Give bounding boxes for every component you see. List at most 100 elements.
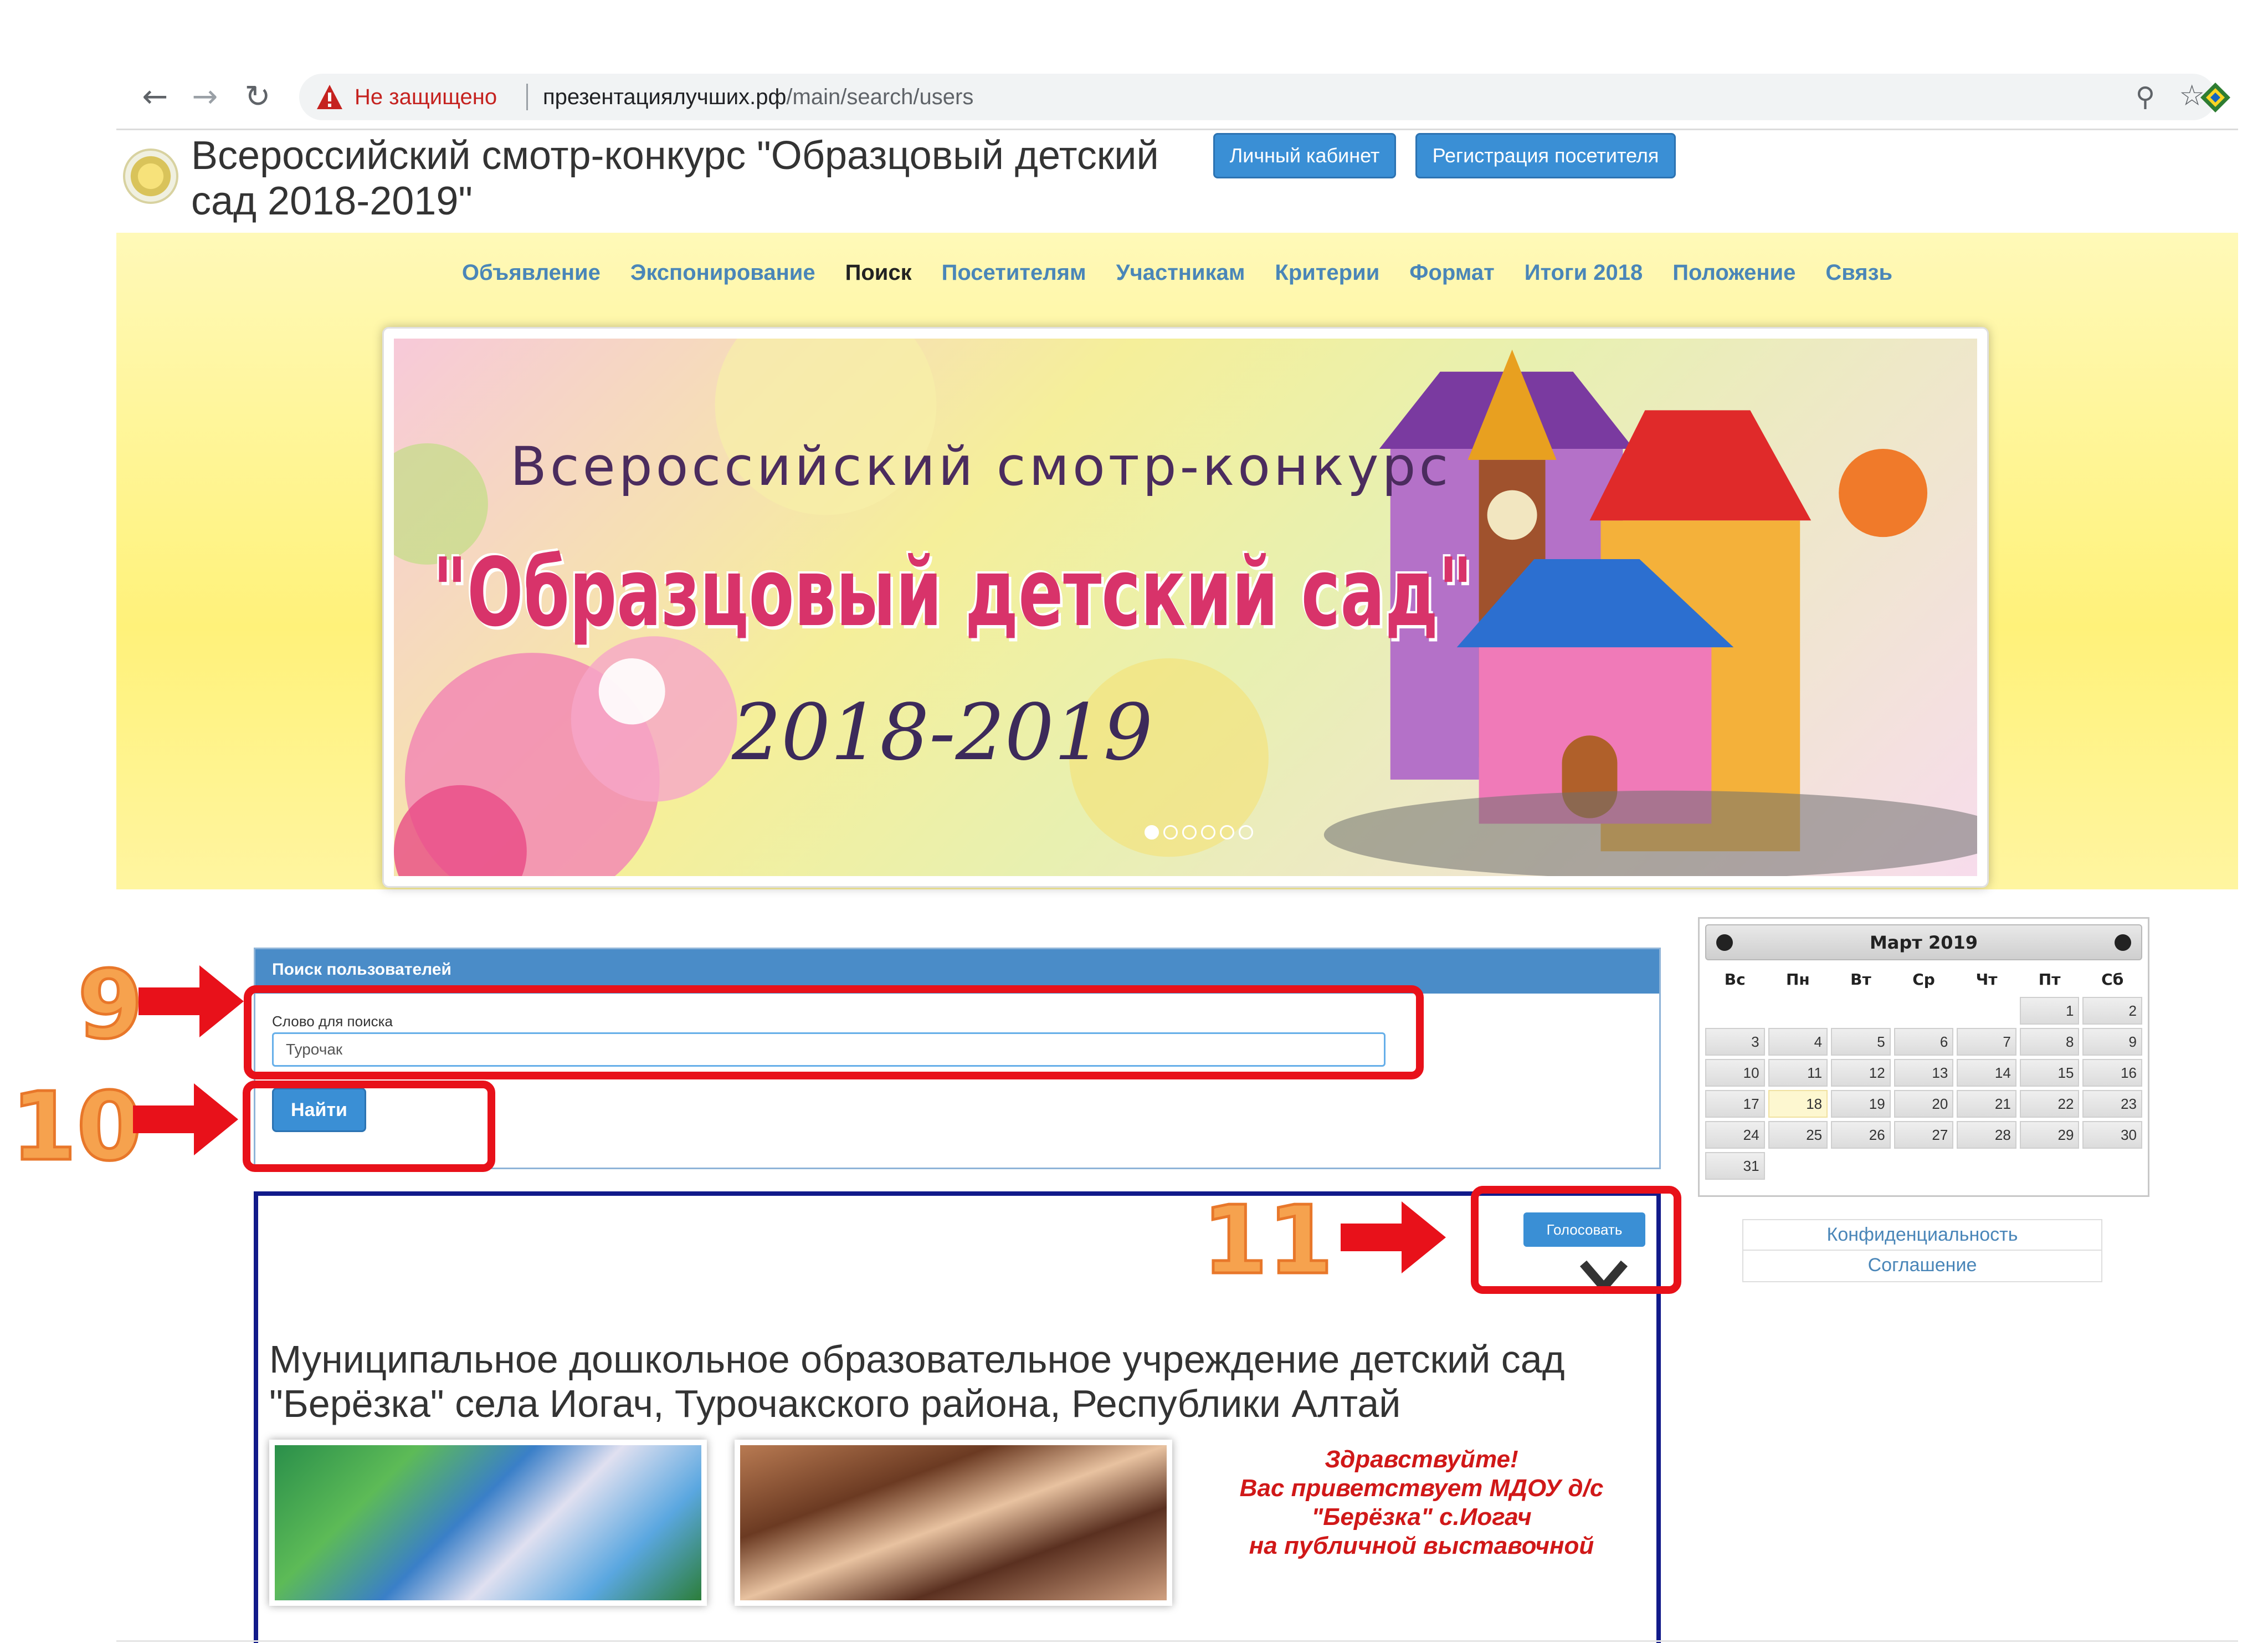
calendar-day[interactable]: 16 bbox=[2082, 1059, 2142, 1087]
calendar-day[interactable]: 19 bbox=[1831, 1090, 1891, 1118]
weekday-label: Ср bbox=[1912, 970, 1935, 989]
carousel-dot[interactable] bbox=[1201, 825, 1215, 840]
nav-item[interactable]: Экспонирование bbox=[630, 260, 815, 285]
calendar-blank bbox=[1894, 997, 1954, 1025]
personal-cabinet-button[interactable]: Личный кабинет bbox=[1213, 133, 1396, 178]
calendar-blank bbox=[1705, 997, 1765, 1025]
banner-carousel[interactable]: Всероссийский смотр-конкурс "Образцовый … bbox=[382, 327, 1989, 888]
arrow-right-icon bbox=[133, 1083, 238, 1155]
agreement-link[interactable]: Соглашение bbox=[1743, 1251, 2101, 1281]
weekday-label: Сб bbox=[2101, 970, 2124, 989]
weekday-label: Пт bbox=[2038, 970, 2061, 989]
calendar-day[interactable]: 6 bbox=[1894, 1028, 1954, 1056]
calendar-day[interactable]: 14 bbox=[1957, 1059, 2016, 1087]
weekday-label: Чт bbox=[1975, 970, 1998, 989]
calendar-day[interactable]: 24 bbox=[1705, 1121, 1765, 1149]
carousel-dot[interactable] bbox=[1182, 825, 1197, 840]
extension-icon[interactable] bbox=[2198, 80, 2233, 115]
register-visitor-button[interactable]: Регистрация посетителя bbox=[1415, 133, 1676, 178]
calendar-day[interactable]: 29 bbox=[2019, 1121, 2080, 1149]
nav-item[interactable]: Связь bbox=[1825, 260, 1892, 285]
welcome-line: Здравствуйте! bbox=[1325, 1446, 1518, 1473]
warning-triangle-icon bbox=[317, 85, 342, 109]
calendar-day[interactable]: 3 bbox=[1705, 1028, 1765, 1056]
calendar-day[interactable]: 2 bbox=[2082, 997, 2142, 1025]
calendar-day[interactable]: 11 bbox=[1768, 1059, 1828, 1087]
calendar-day[interactable]: 28 bbox=[1957, 1121, 2016, 1149]
calendar-day[interactable]: 1 bbox=[2019, 997, 2080, 1025]
arrow-right-icon bbox=[138, 965, 244, 1037]
gallery-photo[interactable] bbox=[735, 1440, 1172, 1606]
weekday-label: Вт bbox=[1850, 970, 1871, 989]
privacy-link[interactable]: Конфиденциальность bbox=[1743, 1220, 2101, 1251]
site-title: Всероссийский смотр-конкурс "Образцовый … bbox=[191, 134, 1159, 223]
zoom-icon[interactable]: ⚲ bbox=[2136, 81, 2155, 112]
calendar-day[interactable]: 4 bbox=[1768, 1028, 1828, 1056]
browser-toolbar: ← → ↻ Не защищено презентациялучших.рф/m… bbox=[116, 64, 2238, 130]
calendar-day[interactable]: 25 bbox=[1768, 1121, 1828, 1149]
calendar-day[interactable]: 10 bbox=[1705, 1059, 1765, 1087]
carousel-dot[interactable] bbox=[1220, 825, 1234, 840]
calendar-day[interactable]: 27 bbox=[1894, 1121, 1954, 1149]
carousel-dot[interactable] bbox=[1163, 825, 1178, 840]
calendar-day[interactable]: 20 bbox=[1894, 1090, 1954, 1118]
nav-item[interactable]: Итоги 2018 bbox=[1525, 260, 1643, 285]
nav-item[interactable]: Участникам bbox=[1116, 260, 1245, 285]
calendar-grid: Вс Пн Вт Ср Чт Пт Сб 1 2 3 4 5 6 7 8 9 10 11 12 13 14 15 16 17 1… bbox=[1705, 966, 2142, 1180]
calendar-day[interactable]: 22 bbox=[2019, 1090, 2080, 1118]
weekday-label: Вс bbox=[1724, 970, 1746, 989]
calendar-day-today[interactable]: 18 bbox=[1768, 1090, 1828, 1118]
url-domain: презентациялучших.рф bbox=[543, 85, 787, 109]
weekday-label: Пн bbox=[1785, 970, 1810, 989]
footer-links: Конфиденциальность Соглашение bbox=[1742, 1219, 2102, 1282]
main-nav: Объявление Экспонирование Поиск Посетителям… bbox=[116, 260, 2238, 285]
next-month-icon[interactable] bbox=[2115, 934, 2131, 951]
calendar-day[interactable]: 5 bbox=[1831, 1028, 1891, 1056]
calendar-day[interactable]: 21 bbox=[1957, 1090, 2016, 1118]
welcome-line: Вас приветствует МДОУ д/с bbox=[1239, 1475, 1604, 1502]
calendar-blank bbox=[1957, 997, 2016, 1025]
prev-month-icon[interactable] bbox=[1716, 934, 1733, 951]
photo-image bbox=[740, 1445, 1167, 1600]
welcome-line: "Берёзка" с.Иогач bbox=[1311, 1503, 1532, 1531]
calendar-month-title: Март 2019 bbox=[1869, 932, 1978, 953]
calendar-day[interactable]: 26 bbox=[1831, 1121, 1891, 1149]
calendar-day[interactable]: 23 bbox=[2082, 1090, 2142, 1118]
address-bar[interactable]: Не защищено презентациялучших.рф/main/se… bbox=[299, 74, 2216, 120]
site-logo[interactable] bbox=[123, 149, 178, 204]
insecure-label[interactable]: Не защищено bbox=[355, 85, 497, 110]
calendar-day[interactable]: 31 bbox=[1705, 1152, 1765, 1180]
highlight-vote-button bbox=[1471, 1186, 1681, 1294]
banner-slide: Всероссийский смотр-конкурс "Образцовый … bbox=[394, 339, 1977, 876]
nav-item[interactable]: Объявление bbox=[462, 260, 601, 285]
organization-title[interactable]: Муниципальное дошкольное образовательное… bbox=[269, 1337, 1654, 1426]
calendar-day[interactable]: 15 bbox=[2019, 1059, 2080, 1087]
calendar-day[interactable]: 8 bbox=[2019, 1028, 2080, 1056]
welcome-text: Здравствуйте! Вас приветствует МДОУ д/с "Б… bbox=[1189, 1445, 1654, 1560]
banner-heading: Всероссийский смотр-конкурс bbox=[510, 436, 1452, 498]
calendar-day[interactable]: 13 bbox=[1894, 1059, 1954, 1087]
step-number-11: 11 bbox=[1201, 1185, 1335, 1297]
calendar-header: Март 2019 bbox=[1705, 924, 2142, 960]
nav-item[interactable]: Положение bbox=[1672, 260, 1795, 285]
calendar-day[interactable]: 30 bbox=[2082, 1121, 2142, 1149]
url-path: /main/search/users bbox=[786, 85, 974, 109]
welcome-line: на публичной выставочной bbox=[1249, 1532, 1594, 1559]
arrow-right-icon[interactable]: → bbox=[188, 80, 222, 114]
nav-item[interactable]: Критерии bbox=[1275, 260, 1379, 285]
calendar-day[interactable]: 17 bbox=[1705, 1090, 1765, 1118]
carousel-dot[interactable] bbox=[1239, 825, 1253, 840]
carousel-dot[interactable] bbox=[1145, 825, 1159, 840]
url-text[interactable]: презентациялучших.рф/main/search/users bbox=[543, 85, 973, 110]
gallery-photo[interactable] bbox=[269, 1440, 707, 1606]
calendar-day[interactable]: 12 bbox=[1831, 1059, 1891, 1087]
arrow-right-icon bbox=[1341, 1201, 1446, 1273]
nav-item[interactable]: Формат bbox=[1409, 260, 1494, 285]
reload-icon[interactable]: ↻ bbox=[241, 80, 274, 114]
calendar-day[interactable]: 7 bbox=[1957, 1028, 2016, 1056]
arrow-left-icon[interactable]: ← bbox=[138, 80, 172, 114]
nav-item[interactable]: Посетителям bbox=[942, 260, 1086, 285]
carousel-indicators bbox=[1145, 825, 1253, 840]
nav-item[interactable]: Поиск bbox=[845, 260, 912, 285]
calendar-day[interactable]: 9 bbox=[2082, 1028, 2142, 1056]
